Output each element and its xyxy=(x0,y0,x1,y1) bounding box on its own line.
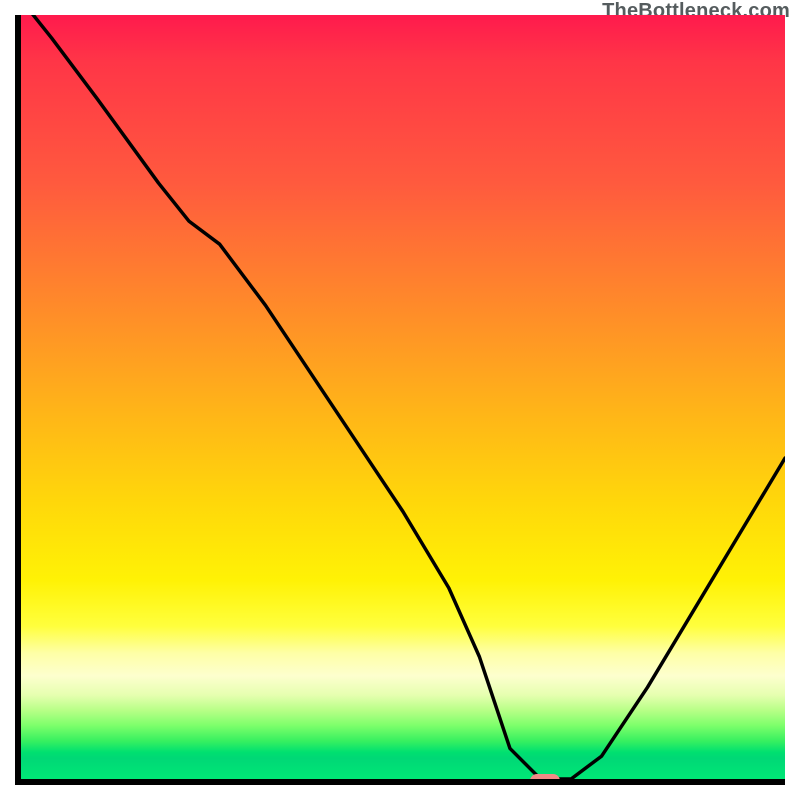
plot-area xyxy=(15,15,785,785)
optimal-marker xyxy=(530,774,560,785)
chart-frame: TheBottleneck.com xyxy=(0,0,800,800)
gradient-background xyxy=(21,15,785,779)
